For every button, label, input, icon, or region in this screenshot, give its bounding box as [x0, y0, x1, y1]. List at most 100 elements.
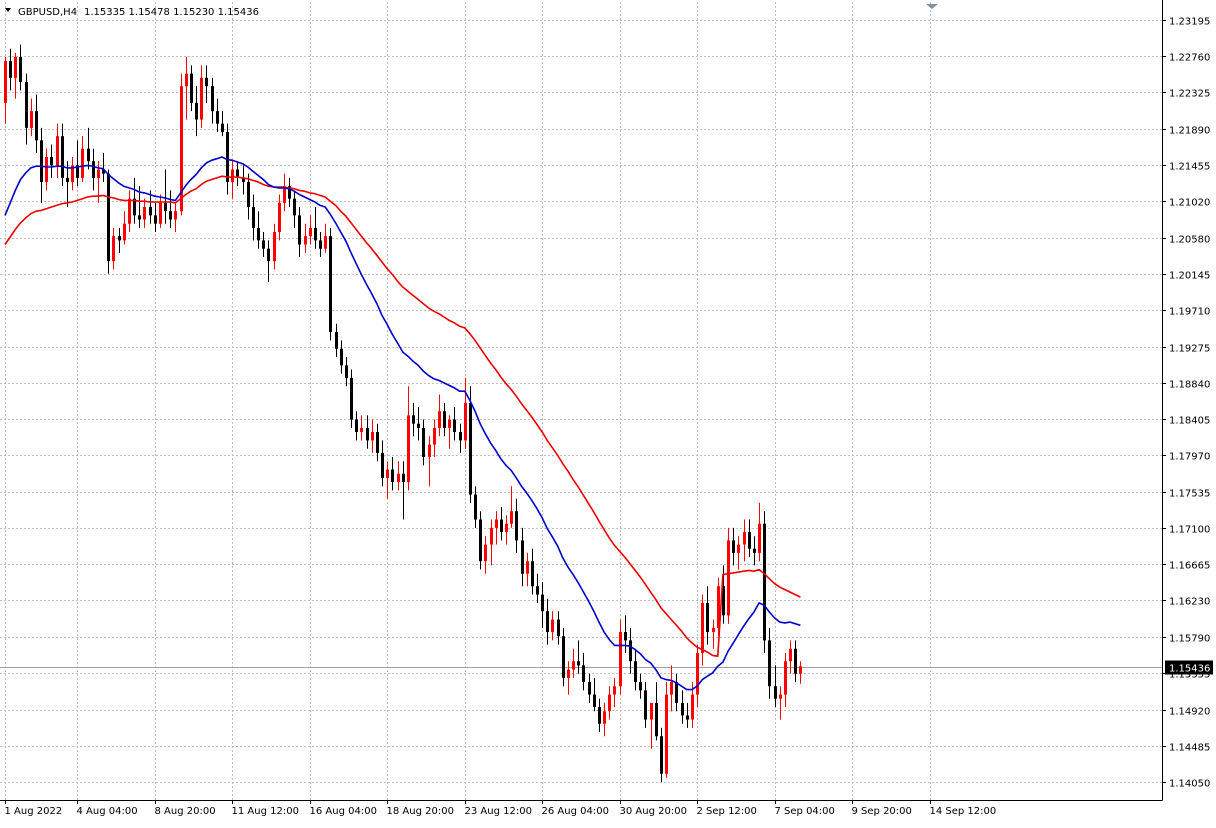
candle-63	[329, 227, 332, 341]
candle-body-49	[257, 227, 260, 241]
y-tick-label-16: 1.16230	[1169, 597, 1210, 608]
candle-body-23	[123, 223, 126, 241]
candle-body-71	[371, 432, 374, 441]
x-tick-label-2: 8 Aug 20:00	[155, 806, 216, 817]
candle-body-43	[226, 132, 229, 183]
candle-body-36	[190, 73, 193, 103]
candle-body-87	[453, 419, 456, 433]
chart-header: GBPUSD,H4 1.15335 1.15478 1.15230 1.1543…	[5, 7, 259, 18]
candle-body-22	[118, 236, 121, 241]
candle-body-93	[484, 544, 487, 562]
candle-body-104	[541, 594, 544, 612]
candle-body-26	[138, 215, 141, 220]
candle-body-153	[794, 648, 797, 674]
candle-body-130	[675, 682, 678, 703]
candle-body-135	[701, 602, 704, 653]
candle-body-31	[164, 202, 167, 212]
x-tick-label-6: 23 Aug 12:00	[465, 806, 532, 817]
candle-body-9	[50, 157, 53, 166]
x-tick-label-12: 14 Sep 12:00	[930, 806, 997, 817]
candle-body-3	[19, 57, 22, 83]
candle-body-118	[613, 686, 616, 695]
header-ohlc: 1.15335 1.15478 1.15230 1.15436	[84, 7, 259, 18]
x-tick-label-0: 1 Aug 2022	[5, 806, 63, 817]
candle-body-28	[149, 207, 152, 216]
candle-body-81	[422, 427, 425, 458]
y-tick-label-3: 1.21890	[1169, 126, 1210, 137]
y-tick-label-14: 1.17100	[1169, 525, 1210, 536]
candle-body-66	[345, 365, 348, 378]
candle-body-60	[314, 227, 317, 241]
candle-body-8	[45, 157, 48, 183]
candle-body-84	[438, 411, 441, 428]
candle-body-40	[211, 86, 214, 112]
candle-body-17	[92, 161, 95, 178]
chart-root[interactable]: 1.23195 1.22760 1.22325 1.21890 1.21455 1.210…	[0, 0, 1216, 824]
price-chart[interactable]: 1.23195 1.22760 1.22325 1.21890 1.21455 1.210…	[0, 0, 1216, 824]
candle-body-142	[737, 544, 740, 553]
candle-body-78	[407, 415, 410, 483]
candle-body-82	[428, 444, 431, 458]
y-tick-label-1: 1.22760	[1169, 53, 1210, 64]
candle-body-136	[706, 602, 709, 633]
candle-body-90	[469, 402, 472, 495]
candle-body-116	[603, 711, 606, 724]
candle-body-140	[727, 540, 730, 616]
candle-body-29	[154, 215, 157, 224]
candle-body-4	[25, 82, 28, 128]
candle-body-20	[107, 173, 110, 262]
candle-body-61	[319, 240, 322, 249]
x-tick-label-1: 4 Aug 04:00	[77, 806, 138, 817]
candle-body-68	[355, 419, 358, 433]
candle-body-79	[412, 415, 415, 424]
candle-body-74	[386, 469, 389, 478]
candle-body-134	[696, 652, 699, 695]
y-tick-label-17: 1.15790	[1169, 634, 1210, 645]
x-tick-label-8: 30 Aug 20:00	[620, 806, 687, 817]
y-tick-label-15: 1.16665	[1169, 561, 1210, 572]
candle-body-124	[644, 690, 647, 720]
x-tick-label-10: 7 Sep 04:00	[775, 806, 835, 817]
candle-108	[562, 627, 565, 687]
candle-body-109	[567, 669, 570, 678]
candle-body-145	[753, 548, 756, 553]
candle-body-33	[174, 211, 177, 220]
y-tick-label-5: 1.21020	[1169, 198, 1210, 209]
x-tick-label-3: 11 Aug 12:00	[232, 806, 299, 817]
candle-body-69	[360, 427, 363, 433]
candle-body-52	[273, 232, 276, 262]
candle-body-113	[588, 682, 591, 695]
y-tick-label-4: 1.21455	[1169, 162, 1210, 173]
candle-body-122	[634, 661, 637, 683]
candle-body-5	[30, 111, 33, 128]
candle-body-97	[505, 523, 508, 533]
candle-body-117	[608, 694, 611, 712]
candle-body-27	[143, 207, 146, 220]
candle-body-121	[629, 640, 632, 662]
candle-body-88	[459, 432, 462, 441]
candle-body-73	[381, 452, 384, 478]
candle-body-129	[670, 682, 673, 695]
candle-body-57	[298, 215, 301, 245]
candle-body-1	[9, 61, 12, 78]
candle-body-106	[551, 619, 554, 633]
current-price-label: 1.15436	[1169, 664, 1210, 675]
candle-body-62	[324, 236, 327, 249]
candle-body-21	[112, 236, 115, 262]
candle-body-111	[577, 661, 580, 666]
candle-body-110	[572, 661, 575, 670]
candle-body-150	[779, 694, 782, 699]
y-tick-label-2: 1.22325	[1169, 89, 1210, 100]
candle-body-56	[293, 198, 296, 216]
candle-body-47	[247, 182, 250, 208]
candle-body-102	[531, 561, 534, 587]
candle-body-72	[376, 432, 379, 453]
candle-body-85	[443, 411, 446, 428]
candle-body-146	[758, 523, 761, 553]
candle-92	[479, 511, 482, 570]
candle-body-41	[216, 111, 219, 124]
candle-body-53	[278, 202, 281, 233]
candle-body-11	[61, 136, 64, 178]
candle-body-100	[521, 540, 524, 574]
candle-body-50	[262, 240, 265, 249]
